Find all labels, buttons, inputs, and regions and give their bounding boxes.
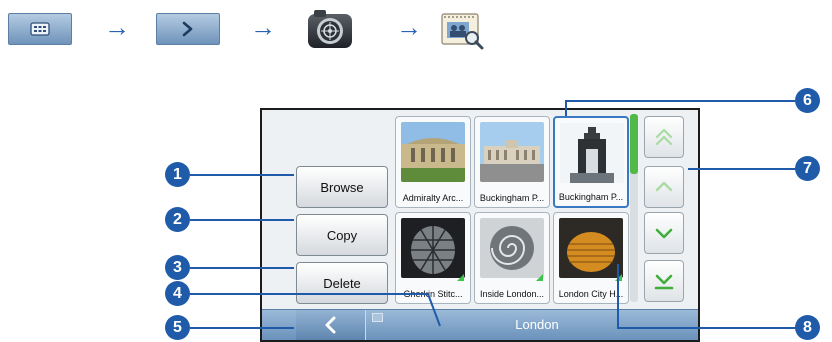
arrow-right-icon: → — [104, 12, 130, 42]
checkmark-icon — [457, 274, 464, 281]
photo-image — [560, 123, 624, 183]
chevron-down-icon — [655, 228, 673, 239]
callout-number: 1 — [165, 162, 190, 187]
photo-thumbnail[interactable]: Gherkin Stitc... — [395, 212, 471, 304]
callout-number: 4 — [165, 281, 190, 306]
page-down-button[interactable] — [644, 212, 684, 254]
checkmark-icon — [536, 274, 543, 281]
chevron-right-icon — [182, 21, 193, 37]
callout-line — [565, 100, 567, 116]
photo-thumbnail[interactable]: Inside London... — [474, 212, 550, 304]
callout-number: 7 — [795, 156, 820, 181]
grid-menu-icon — [30, 22, 50, 36]
photo-image — [401, 218, 465, 278]
page-up-button[interactable] — [644, 166, 684, 208]
camera-app-icon[interactable] — [306, 6, 354, 52]
callout-number: 8 — [795, 315, 820, 340]
callout-number: 3 — [165, 255, 190, 280]
callout-line — [190, 174, 294, 176]
callout-line — [190, 219, 294, 221]
callout-line — [688, 168, 796, 170]
arrow-right-icon: → — [396, 12, 422, 42]
next-button[interactable] — [156, 13, 220, 45]
photo-thumbnail[interactable]: Buckingham P... — [474, 116, 550, 208]
main-menu-button[interactable] — [8, 13, 72, 45]
callout-number: 6 — [795, 88, 820, 113]
callout-line — [565, 100, 795, 102]
first-page-button[interactable] — [644, 116, 684, 158]
photo-image — [401, 122, 465, 182]
callout-line — [186, 293, 441, 327]
photo-caption: Inside London... — [479, 289, 545, 299]
callout-line — [617, 264, 796, 329]
photo-image — [480, 122, 544, 182]
photo-thumbnail-selected[interactable]: Buckingham P... — [553, 116, 629, 208]
photo-caption: Admiralty Arc... — [402, 193, 464, 203]
browse-button[interactable]: Browse — [296, 166, 388, 208]
chevron-up-icon — [655, 181, 673, 192]
scrollbar-thumb[interactable] — [630, 114, 638, 174]
callout-number: 5 — [165, 315, 190, 340]
photo-album-icon[interactable] — [438, 6, 486, 52]
photo-thumbnail[interactable]: Admiralty Arc... — [395, 116, 471, 208]
photo-caption: Buckingham P... — [558, 192, 624, 202]
copy-button[interactable]: Copy — [296, 214, 388, 256]
callout-number: 2 — [165, 207, 190, 232]
callout-line — [190, 267, 294, 269]
arrow-right-icon: → — [250, 12, 276, 42]
photo-caption: Buckingham P... — [479, 193, 545, 203]
photo-image — [559, 218, 623, 278]
photo-image — [480, 218, 544, 278]
double-chevron-up-icon — [655, 128, 673, 146]
